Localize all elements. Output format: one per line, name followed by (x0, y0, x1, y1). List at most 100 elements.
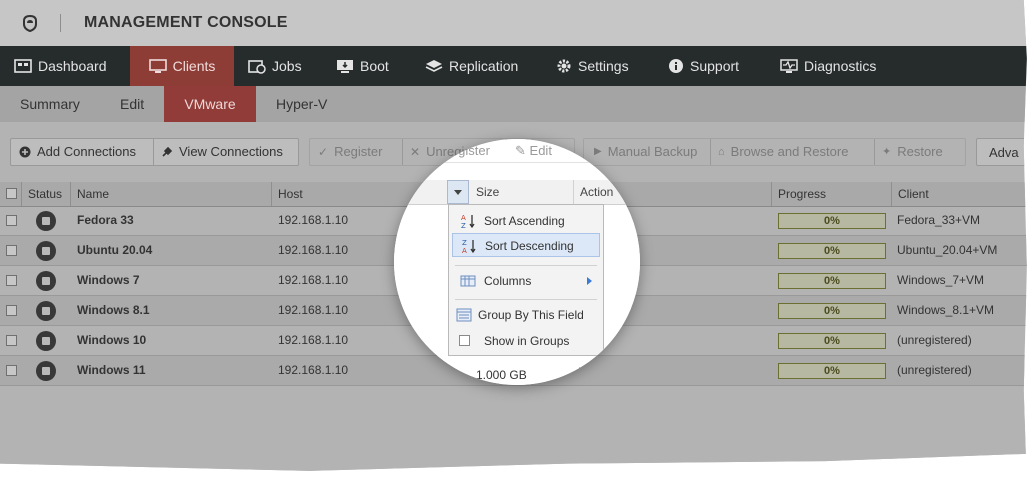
nav-item-replication[interactable]: Replication (425, 46, 518, 86)
lens-unregister-fragment: Unregister (430, 143, 490, 158)
progress-bar: 0% (778, 213, 886, 229)
row-size: 1.000 GB (476, 368, 527, 382)
select-all-checkbox[interactable] (6, 188, 17, 199)
main-nav: Dashboard Clients Jobs Boot Replication … (0, 46, 1027, 86)
svg-text:Z: Z (461, 222, 466, 229)
column-menu: AZ Sort Ascending ZA Sort Descending Col… (448, 204, 604, 356)
restore-button[interactable]: ✦ Restore (882, 139, 943, 165)
stopped-status-icon (36, 241, 56, 261)
boot-icon (337, 59, 353, 73)
svg-text:A: A (461, 214, 466, 222)
row-client: Windows_7+VM (897, 273, 985, 287)
cloud-shield-icon[interactable] (20, 13, 40, 33)
nav-label: Jobs (272, 58, 302, 74)
row-checkbox[interactable] (6, 245, 17, 256)
nav-label: Diagnostics (804, 58, 877, 74)
menu-label: Columns (484, 274, 532, 288)
menu-divider (455, 299, 597, 300)
plug-icon (162, 146, 173, 157)
row-name: Windows 8.1 (77, 303, 150, 317)
stopped-status-icon (36, 211, 56, 231)
lens-header-action[interactable]: Action (574, 180, 640, 204)
nav-label: Clients (172, 58, 216, 74)
magnifier-lens: Unregister ✎ Edit Size Action 1.000 GB I… (394, 139, 640, 385)
restore-icon: ✦ (882, 145, 892, 158)
add-circle-icon (19, 146, 31, 158)
row-client: (unregistered) (897, 363, 972, 377)
nav-item-clients[interactable]: Clients (130, 46, 234, 86)
row-checkbox[interactable] (6, 305, 17, 316)
stopped-status-icon (36, 361, 56, 381)
browse-icon: ⌂ (718, 145, 725, 158)
menu-item-sort-ascending[interactable]: AZ Sort Ascending (452, 209, 600, 233)
sort-ascending-icon: AZ (461, 214, 475, 229)
screenshot-shell: MANAGEMENT CONSOLE Dashboard Clients Job… (0, 0, 1027, 471)
stopped-status-icon (36, 331, 56, 351)
lens-content: Unregister ✎ Edit Size Action 1.000 GB I… (394, 139, 640, 385)
app-header: MANAGEMENT CONSOLE (0, 0, 1027, 46)
row-checkbox[interactable] (6, 275, 17, 286)
column-header-progress[interactable]: Progress (772, 182, 892, 206)
progress-bar: 0% (778, 333, 886, 349)
column-header-name[interactable]: Name (71, 182, 272, 206)
menu-item-group-by[interactable]: Group By This Field (452, 303, 600, 327)
app-title: MANAGEMENT CONSOLE (84, 14, 288, 31)
menu-item-show-in-groups[interactable]: Show in Groups (452, 329, 600, 353)
add-connections-button[interactable]: Add Connections (19, 139, 136, 165)
nav-item-support[interactable]: Support (668, 46, 739, 86)
row-host: 192.168.1.10 (278, 363, 349, 377)
browse-restore-label: Browse and Restore (730, 144, 849, 159)
column-menu-trigger[interactable] (447, 180, 469, 204)
row-host: 192.168.1.10 (278, 273, 349, 287)
register-button[interactable]: ✓ Register (318, 139, 382, 165)
subtab-summary[interactable]: Summary (20, 86, 80, 122)
check-icon: ✓ (318, 144, 329, 159)
nav-label: Replication (449, 58, 519, 74)
column-header-client[interactable]: Client (892, 182, 1027, 206)
row-host: 192.168.1.10 (278, 243, 349, 257)
row-checkbox[interactable] (6, 215, 17, 226)
button-divider (874, 139, 875, 165)
subtab-edit[interactable]: Edit (120, 86, 144, 122)
row-client: Ubuntu_20.04+VM (897, 243, 998, 257)
jobs-icon (248, 59, 266, 74)
nav-label: Dashboard (38, 58, 107, 74)
show-in-groups-checkbox[interactable] (459, 335, 470, 346)
row-checkbox[interactable] (6, 335, 17, 346)
nav-item-diagnostics[interactable]: Diagnostics (780, 46, 876, 86)
layers-icon (425, 59, 443, 72)
nav-item-boot[interactable]: Boot (336, 46, 389, 86)
view-connections-button[interactable]: View Connections (161, 139, 283, 165)
pencil-icon: ✎ (515, 143, 526, 158)
header-divider (60, 14, 61, 32)
menu-item-sort-descending[interactable]: ZA Sort Descending (452, 233, 600, 257)
subtab-hyperv[interactable]: Hyper-V (276, 86, 327, 122)
monitor-icon (148, 58, 167, 73)
nav-item-settings[interactable]: Settings (556, 46, 629, 86)
advanced-button[interactable]: Adva (976, 138, 1027, 166)
column-header-status[interactable]: Status (22, 182, 71, 206)
progress-bar: 0% (778, 303, 886, 319)
progress-bar: 0% (778, 363, 886, 379)
sort-descending-icon: ZA (462, 239, 476, 254)
menu-divider (455, 265, 597, 266)
subtab-vmware[interactable]: VMware (164, 86, 256, 122)
progress-bar: 0% (778, 273, 886, 289)
nav-label: Boot (360, 58, 389, 74)
columns-icon (460, 275, 476, 287)
browse-restore-button[interactable]: ⌂ Browse and Restore (718, 139, 848, 165)
row-checkbox[interactable] (6, 365, 17, 376)
register-label: Register (334, 144, 383, 159)
header-select-all[interactable] (0, 182, 22, 206)
nav-item-dashboard[interactable]: Dashboard (14, 46, 107, 86)
row-client: Windows_8.1+VM (897, 303, 995, 317)
row-host: 192.168.1.10 (278, 303, 349, 317)
nav-item-jobs[interactable]: Jobs (248, 46, 302, 86)
lens-header-size[interactable]: Size (470, 180, 574, 204)
pulse-monitor-icon (780, 59, 798, 73)
row-name: Windows 10 (77, 333, 147, 347)
sub-nav: Summary Edit VMware Hyper-V (0, 86, 1027, 122)
menu-label: Group By This Field (478, 308, 584, 322)
menu-item-columns[interactable]: Columns (452, 269, 600, 293)
row-name: Fedora 33 (77, 213, 134, 227)
